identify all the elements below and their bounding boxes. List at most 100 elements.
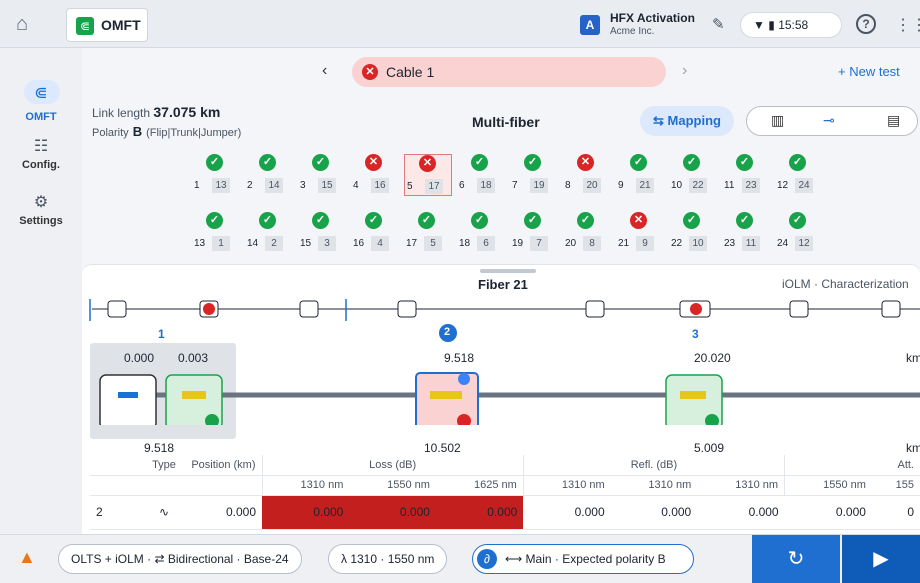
table-view-icon[interactable]: ▤ xyxy=(887,112,900,129)
fiber-cell[interactable]: ✓ 15 3 xyxy=(298,212,346,254)
fiber-cell[interactable]: ✓ 13 1 xyxy=(192,212,240,254)
polarity: Polarity B (Flip|Trunk|Jumper) xyxy=(92,124,241,139)
pass-icon: ✓ xyxy=(524,212,541,229)
fiber-mapped-number: 3 xyxy=(318,236,336,251)
bar-chart-view-icon[interactable]: ▥ xyxy=(771,112,784,129)
cable-label: Cable 1 xyxy=(386,64,435,80)
link-chip[interactable]: ∂ ⟷ Main · Expected polarity B xyxy=(472,544,694,574)
fiber-cell[interactable]: ✓ 18 6 xyxy=(457,212,505,254)
fiber-cell[interactable]: ✓ 20 8 xyxy=(563,212,611,254)
fiber-cell[interactable]: ✓ 7 19 xyxy=(510,154,558,196)
new-test-button[interactable]: + New test xyxy=(838,64,900,79)
connector-element[interactable] xyxy=(881,300,901,318)
fiber-cell[interactable]: ✓ 11 23 xyxy=(722,154,770,196)
column-subheader: 1310 nm xyxy=(261,475,350,496)
sidebar-item-omft[interactable]: ⋐ OMFT xyxy=(0,80,82,123)
fiber-number: 20 xyxy=(565,238,577,249)
fiber-number: 6 xyxy=(459,180,465,191)
pass-icon: ✓ xyxy=(736,212,753,229)
column-subheader: 155 xyxy=(871,475,920,496)
fiber-cell[interactable]: ✓ 22 10 xyxy=(669,212,717,254)
drag-handle[interactable] xyxy=(480,269,536,273)
loss-cell: 0.000 xyxy=(435,495,524,530)
activation-status[interactable]: A HFX Activation Acme Inc. ✎ xyxy=(572,9,732,41)
notes-icon[interactable]: ✎ xyxy=(712,15,725,33)
test-config-chip[interactable]: OLTS + iOLM · ⇄ Bidirectional · Base-24 xyxy=(58,544,302,574)
cable-bar: ‹ ✕ Cable 1 › + New test xyxy=(82,48,920,96)
apps-grid-icon[interactable]: ⋮⋮ xyxy=(895,15,920,35)
sidebar-item-settings[interactable]: ⚙ Settings xyxy=(0,192,82,227)
loss-cell: 0.000 xyxy=(262,495,350,530)
mapping-button[interactable]: ⇆ Mapping xyxy=(640,106,734,136)
fiber-mapped-number: 21 xyxy=(636,178,654,193)
fiber-cell[interactable]: ✓ 1 13 xyxy=(192,154,240,196)
home-icon[interactable]: ⌂ xyxy=(16,14,38,34)
fiber-cell[interactable]: ✓ 12 24 xyxy=(775,154,823,196)
wavelength-chip[interactable]: λ 1310 · 1550 nm xyxy=(328,544,448,574)
table-row[interactable]: 2 ∿ 0.000 0.000 0.000 0.000 0.000 0.000 … xyxy=(90,495,920,530)
mapping-icon: ⇆ xyxy=(653,113,668,128)
app-tab-omft[interactable]: ⋐ OMFT xyxy=(66,8,148,42)
connector-element[interactable] xyxy=(585,300,605,318)
multi-fiber-title: Multi-fiber xyxy=(472,114,540,130)
connector-element[interactable] xyxy=(299,300,319,318)
fiber-cell[interactable]: ✓ 19 7 xyxy=(510,212,558,254)
start-test-button[interactable]: ▶ xyxy=(842,535,920,583)
fiber-number: 21 xyxy=(618,238,630,249)
connector-element[interactable] xyxy=(107,300,127,318)
fiber-number: 4 xyxy=(353,180,359,191)
pass-icon: ✓ xyxy=(683,154,700,171)
fiber-mapped-number: 7 xyxy=(530,236,548,251)
auto-run-button[interactable]: ↻ xyxy=(752,535,840,583)
fiber-number: 24 xyxy=(777,238,789,249)
fiber-cell[interactable]: ✕ 21 9 xyxy=(616,212,664,254)
battery-icon: ▮ xyxy=(768,18,775,32)
position-value: 20.020 xyxy=(694,351,731,365)
launch-connector[interactable] xyxy=(99,374,157,425)
laser-warning-icon: ▲ xyxy=(18,547,36,567)
fiber-cell[interactable]: ✓ 17 5 xyxy=(404,212,452,254)
pass-icon: ✓ xyxy=(312,154,329,171)
sidebar-item-config[interactable]: ☷ Config. xyxy=(0,136,82,171)
fiber-cell[interactable]: ✓ 16 4 xyxy=(351,212,399,254)
status-pill[interactable]: ▼ ▮ 15:58 xyxy=(740,12,842,38)
refl-cell: 0.000 xyxy=(523,495,611,530)
pass-icon: ✓ xyxy=(683,212,700,229)
pass-icon: ✓ xyxy=(471,154,488,171)
link-view-icon[interactable]: ⊸ xyxy=(823,112,835,129)
help-icon[interactable]: ? xyxy=(856,14,876,34)
fiber-cell[interactable]: ✓ 10 22 xyxy=(669,154,717,196)
fiber-cell[interactable]: ✓ 2 14 xyxy=(245,154,293,196)
fiber-cell[interactable]: ✓ 14 2 xyxy=(245,212,293,254)
fiber-mapped-number: 6 xyxy=(477,236,495,251)
fiber-number: 13 xyxy=(194,238,206,249)
fiber-cell[interactable]: ✕ 4 16 xyxy=(351,154,399,196)
connector-element[interactable] xyxy=(789,300,809,318)
fiber-detail-panel: Fiber 21 iOLM · Characterization 1 2 3 0… xyxy=(82,264,920,562)
column-subheader: 1310 nm xyxy=(697,475,785,496)
fiber-cell[interactable]: ✓ 6 18 xyxy=(457,154,505,196)
distance-value: 9.518 xyxy=(144,441,175,455)
cable-selector[interactable]: ✕ Cable 1 xyxy=(352,57,666,87)
status-time: 15:58 xyxy=(778,18,809,32)
mapping-label: Mapping xyxy=(667,113,721,128)
app-name: OMFT xyxy=(101,17,141,33)
fiber-cell[interactable]: ✕ 8 20 xyxy=(563,154,611,196)
pass-icon: ✓ xyxy=(365,212,382,229)
fail-icon xyxy=(203,303,215,315)
fiber-cell[interactable]: ✓ 9 21 xyxy=(616,154,664,196)
next-cable-button[interactable]: › xyxy=(682,62,687,80)
fiber-mapped-number: 10 xyxy=(689,236,707,251)
sliders-icon: ☷ xyxy=(33,138,49,155)
fiber-mapped-number: 15 xyxy=(318,178,336,193)
fiber-cell[interactable]: ✕ 5 17 xyxy=(404,154,452,196)
fiber-number: 8 xyxy=(565,180,571,191)
fiber-cell[interactable]: ✓ 23 11 xyxy=(722,212,770,254)
previous-cable-button[interactable]: ‹ xyxy=(322,62,327,80)
sidebar-item-label: OMFT xyxy=(25,111,57,123)
fiber-mapped-number: 2 xyxy=(265,236,283,251)
connector-element[interactable] xyxy=(397,300,417,318)
fiber-cell[interactable]: ✓ 3 15 xyxy=(298,154,346,196)
fail-icon: ✕ xyxy=(577,154,594,171)
fiber-cell[interactable]: ✓ 24 12 xyxy=(775,212,823,254)
